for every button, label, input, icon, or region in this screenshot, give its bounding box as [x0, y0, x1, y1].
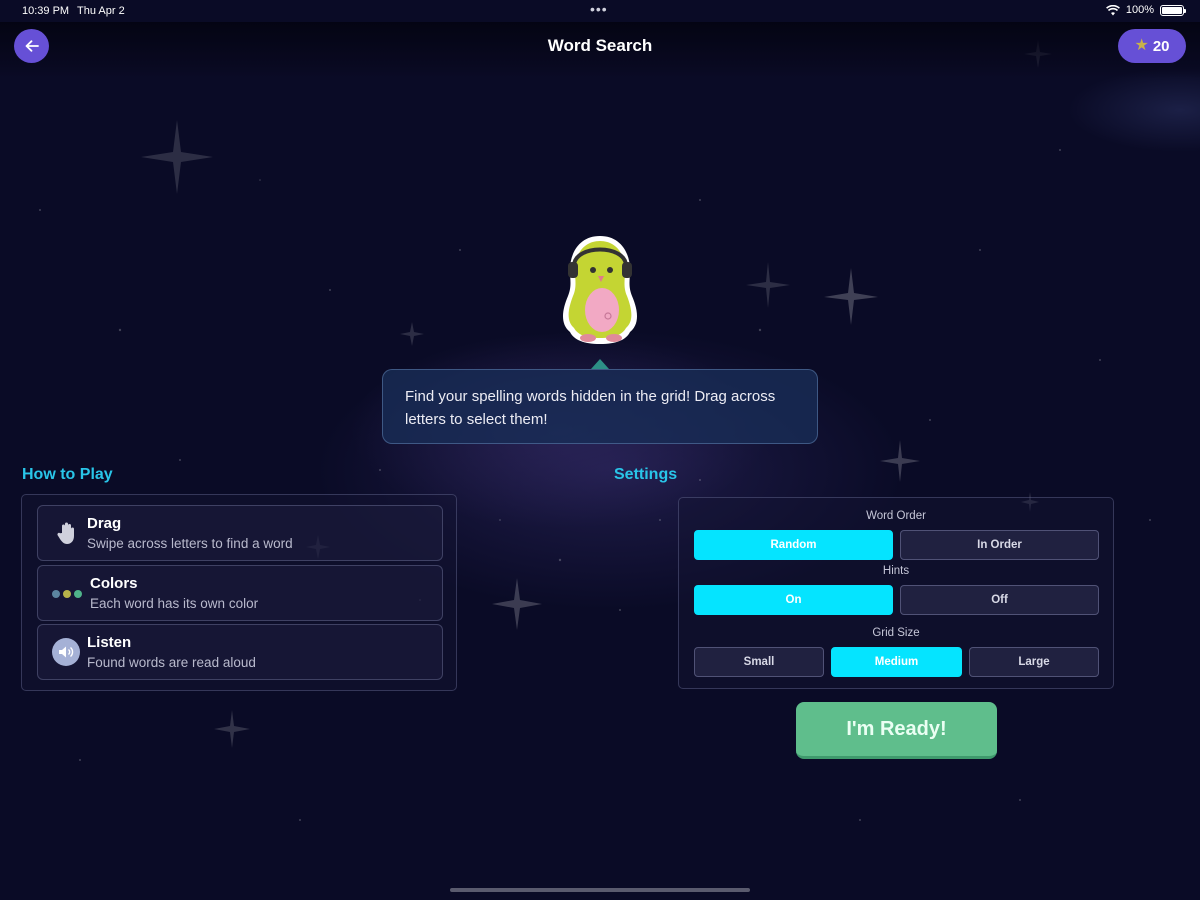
settings-heading: Settings	[614, 466, 678, 483]
howto-description: Swipe across letters to find a word	[87, 536, 293, 551]
hints-off-button[interactable]: Off	[900, 585, 1099, 615]
battery-percent: 100%	[1125, 4, 1154, 16]
howto-description: Found words are read aloud	[87, 655, 256, 670]
multitasking-dots[interactable]: •••	[590, 1, 608, 17]
status-right: 100%	[1105, 4, 1186, 16]
star-count: 20	[1152, 37, 1170, 55]
penguin-mascot	[563, 236, 637, 344]
hints-label: Hints	[882, 565, 910, 577]
star-icon: ★	[1134, 37, 1149, 54]
page-title: Word Search	[547, 36, 653, 55]
instructions-bubble: Find your spelling words hidden in the g…	[382, 369, 818, 444]
settings-panel: Word Order Random In Order Hints On Off …	[678, 497, 1114, 689]
status-time: 10:39 PM	[22, 5, 70, 17]
how-to-play-heading: How to Play	[22, 466, 113, 483]
star-count-badge[interactable]: ★ 20	[1118, 29, 1186, 63]
how-to-play-panel: Drag Swipe across letters to find a word…	[21, 494, 457, 691]
howto-description: Each word has its own color	[90, 596, 259, 611]
grid-size-small-button[interactable]: Small	[694, 647, 824, 677]
word-order-random-button[interactable]: Random	[694, 530, 893, 560]
grid-size-large-button[interactable]: Large	[969, 647, 1099, 677]
grid-size-medium-button[interactable]: Medium	[831, 647, 962, 677]
hand-icon	[57, 522, 74, 544]
howto-item-listen: Listen Found words are read aloud	[37, 624, 443, 680]
ready-button[interactable]: I'm Ready!	[796, 702, 997, 759]
speech-bubble-tail	[591, 359, 609, 369]
status-bar: 10:39 PM Thu Apr 2 ••• 100%	[0, 0, 1200, 22]
status-date: Thu Apr 2	[77, 5, 125, 17]
howto-item-drag: Drag Swipe across letters to find a word	[37, 505, 443, 561]
word-order-label: Word Order	[866, 510, 926, 522]
howto-title: Drag	[87, 515, 122, 532]
word-order-in-order-button[interactable]: In Order	[900, 530, 1099, 560]
hints-on-button[interactable]: On	[694, 585, 893, 615]
grid-size-label: Grid Size	[872, 627, 920, 639]
howto-title: Listen	[87, 634, 132, 651]
battery-icon	[1160, 4, 1186, 16]
header: Word Search ★ 20	[0, 22, 1200, 78]
howto-item-colors: Colors Each word has its own color	[37, 565, 443, 621]
wifi-icon	[1105, 4, 1120, 15]
howto-title: Colors	[90, 575, 138, 592]
speaker-icon	[52, 638, 80, 666]
color-dots-icon	[52, 590, 82, 598]
starfield-background	[39, 40, 1151, 821]
home-indicator[interactable]	[450, 888, 750, 892]
